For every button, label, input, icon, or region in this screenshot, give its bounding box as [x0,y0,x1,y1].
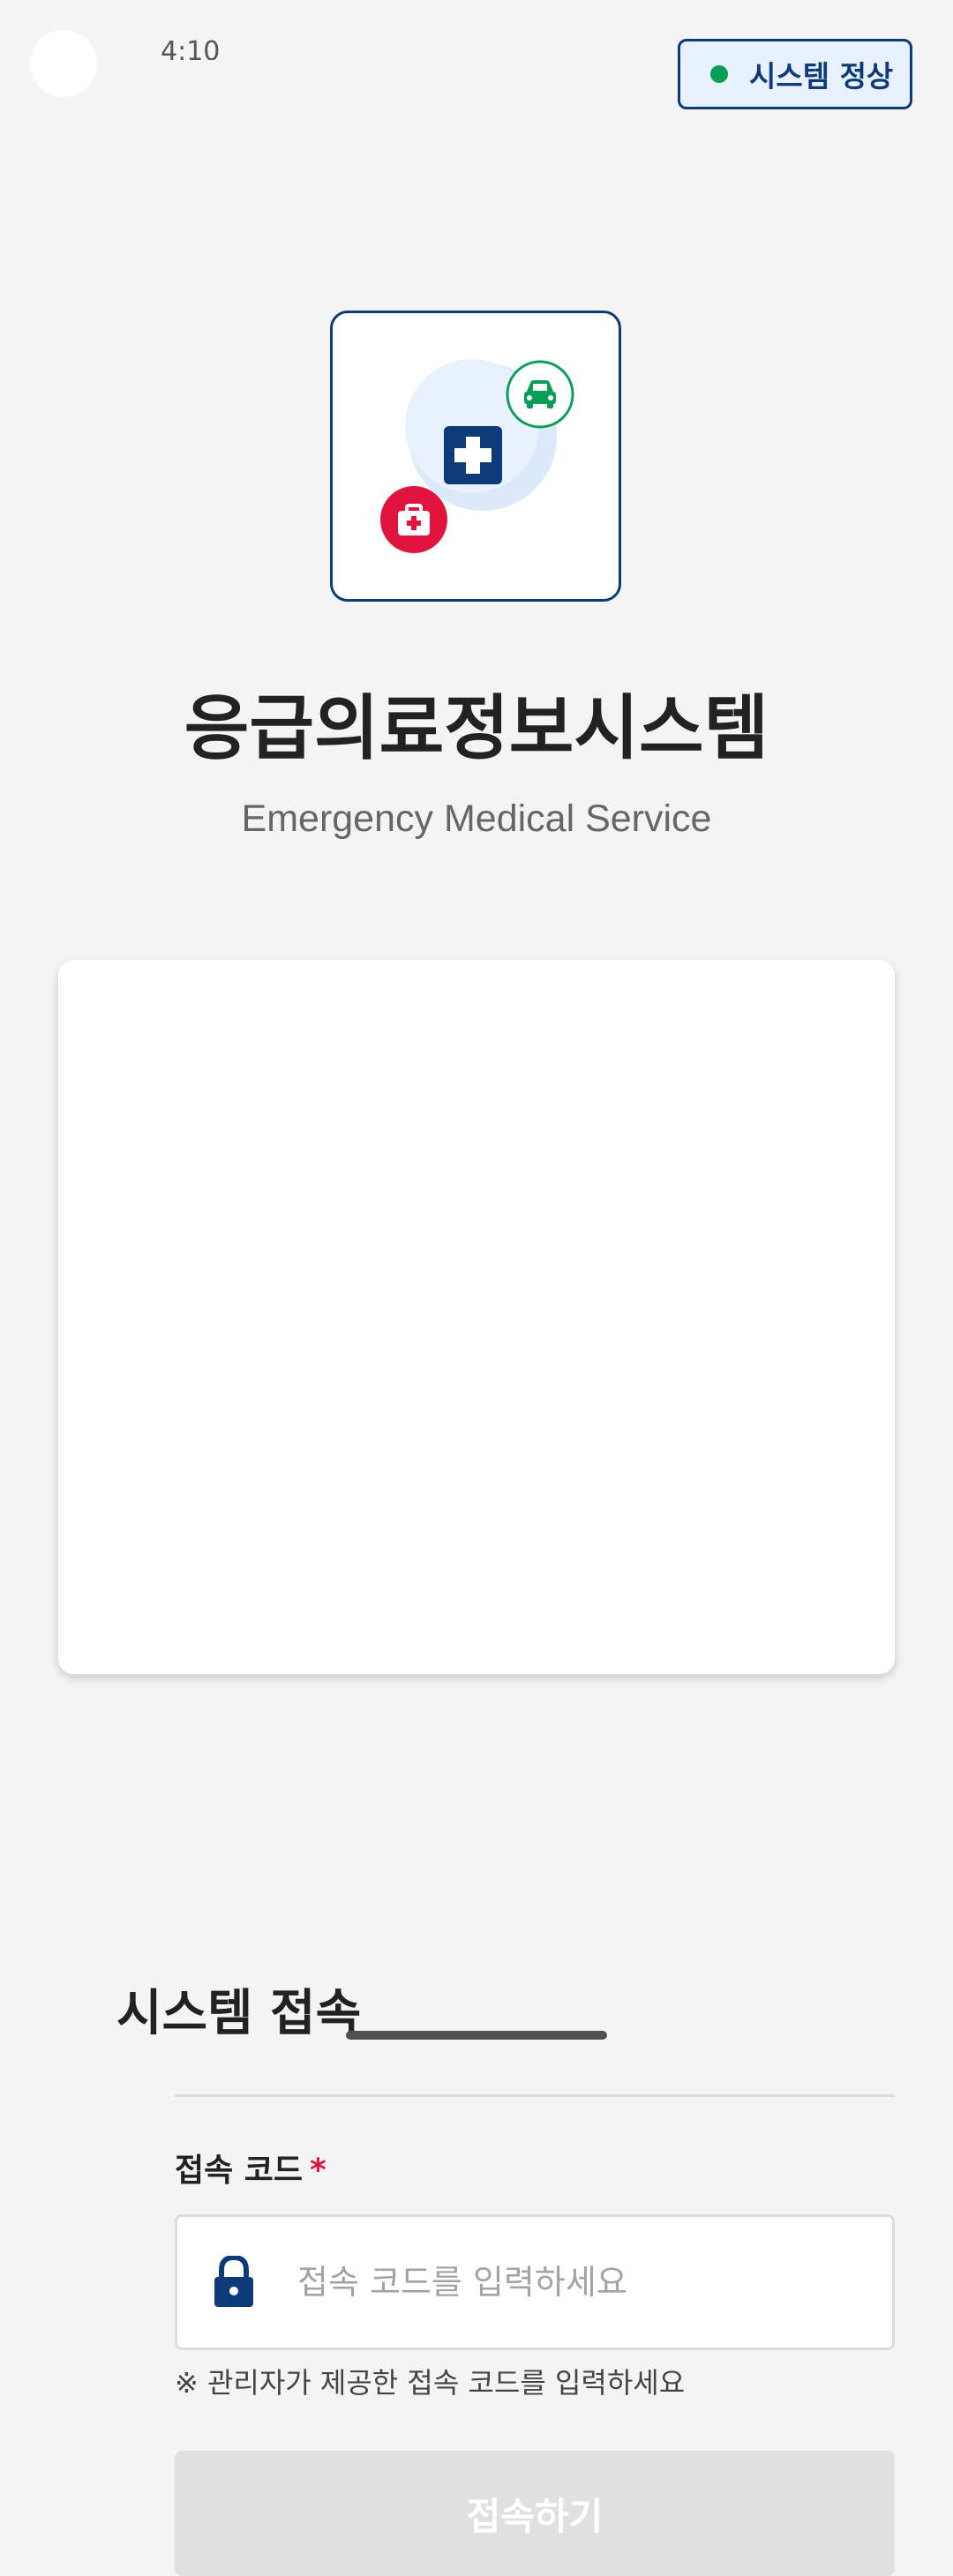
card-divider [175,2094,895,2097]
system-status-label: 시스템 정상 [749,59,894,94]
status-dot-icon [710,65,728,83]
access-code-label-text: 접속 코드 [175,2153,304,2189]
camera-cutout [30,30,97,97]
app-title: 응급의료정보시스템 [184,687,769,769]
app-logo [330,311,621,602]
medical-cross-icon [444,426,502,484]
status-time: 4:10 [161,39,221,60]
lock-icon [214,2256,253,2307]
car-icon [506,360,574,429]
connect-button[interactable]: 접속하기 [175,2451,895,2576]
home-indicator[interactable] [346,2031,607,2040]
required-mark: * [310,2153,326,2189]
first-aid-kit-icon [380,486,447,553]
access-code-input[interactable] [297,2217,880,2348]
card-title: 시스템 접속 [116,1985,362,2042]
access-code-field[interactable] [175,2214,895,2350]
login-card: 시스템 접속 접속 코드* ※ 관리자가 제공한 접속 코드를 입력하세요 접속… [58,960,895,2576]
system-status-badge: 시스템 정상 [678,39,912,109]
access-code-helper-text: ※ 관리자가 제공한 접속 코드를 입력하세요 [175,2366,686,2400]
access-code-label: 접속 코드 * [175,2151,326,2191]
app-subtitle: Emergency Medical Service [241,798,712,840]
